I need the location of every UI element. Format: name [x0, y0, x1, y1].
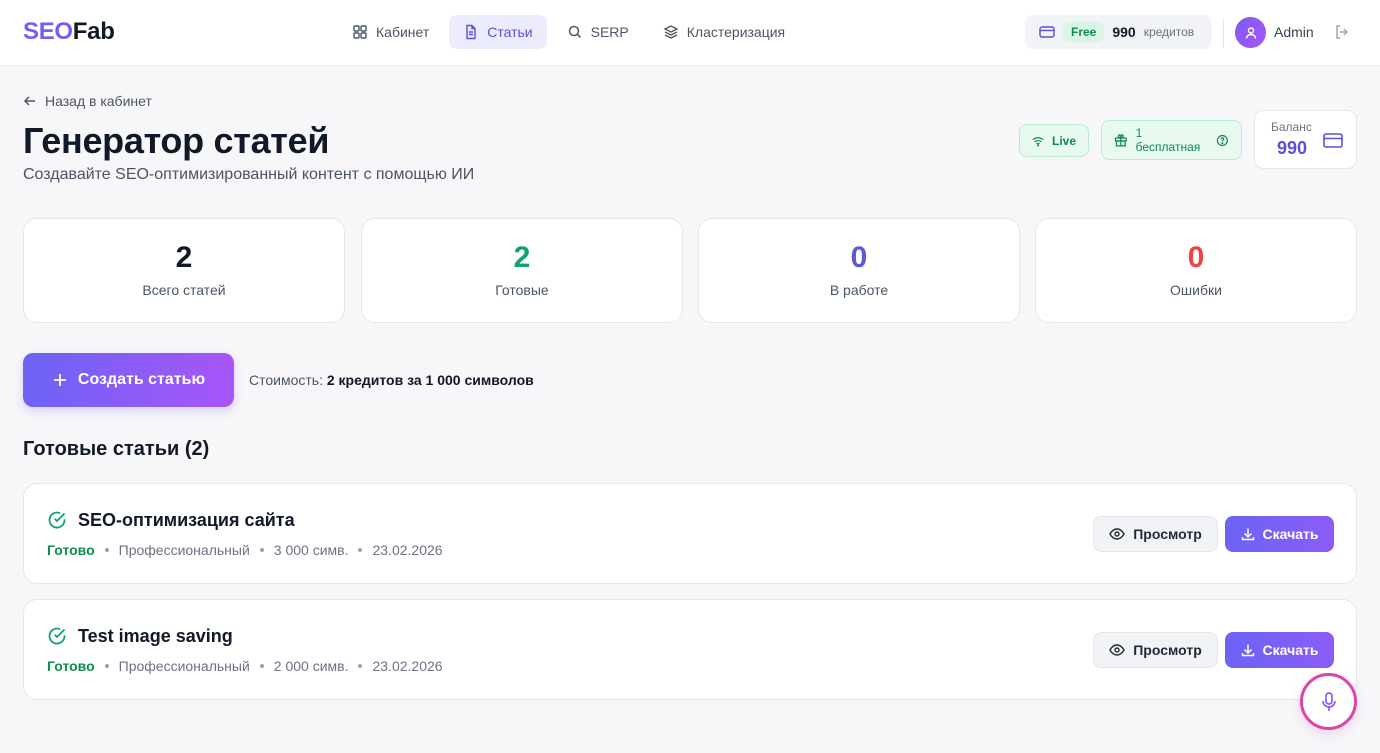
stat-value: 0 [1187, 241, 1205, 274]
card-icon [1039, 26, 1055, 38]
stat-label: Готовые [495, 282, 549, 298]
view-label: Просмотр [1133, 526, 1202, 542]
nav-item-articles[interactable]: Статьи [449, 15, 547, 49]
create-label: Создать статью [77, 371, 206, 388]
check-circle-icon [48, 511, 66, 529]
stat-card-in-progress: 0 В работе [698, 218, 1020, 323]
balance-card[interactable]: Баланс 990 [1254, 110, 1357, 169]
voice-input-button[interactable] [1300, 673, 1357, 730]
logout-icon[interactable] [1334, 24, 1350, 40]
download-button[interactable]: Скачать [1225, 516, 1334, 552]
article-card: SEO-оптимизация сайта Готово Профессиона… [23, 483, 1357, 584]
nav-label: SERP [590, 24, 629, 40]
logo-fab: Fab [72, 18, 115, 45]
meta-separator [358, 664, 363, 668]
nav-label: Кластеризация [686, 24, 786, 40]
stat-label: В работе [829, 282, 889, 298]
article-chars: 2 000 симв. [273, 658, 349, 674]
stat-card-ready: 2 Готовые [361, 218, 683, 323]
download-icon [1241, 644, 1254, 657]
article-date: 23.02.2026 [372, 658, 443, 674]
gift-icon [1114, 134, 1127, 147]
section-title: Готовые статьи (2) [23, 438, 210, 460]
nav-label: Кабинет [376, 24, 430, 40]
meta-separator [259, 664, 264, 668]
download-button[interactable]: Скачать [1225, 632, 1334, 668]
header-divider [1223, 18, 1224, 48]
document-icon [466, 24, 476, 40]
article-style: Профессиональный [118, 658, 250, 674]
view-button[interactable]: Просмотр [1093, 516, 1218, 552]
article-chars: 3 000 симв. [273, 542, 349, 558]
view-button[interactable]: Просмотр [1093, 632, 1218, 668]
wifi-icon [1032, 136, 1044, 146]
cost-value: 2 кредитов за 1 000 символов [326, 372, 534, 388]
stat-value: 2 [513, 241, 531, 274]
eye-icon [1109, 528, 1126, 540]
meta-separator [358, 548, 363, 552]
page-title: Генератор статей [23, 120, 330, 161]
help-circle-icon[interactable] [1216, 134, 1229, 147]
arrow-left-icon [23, 96, 35, 106]
meta-separator [104, 548, 109, 552]
create-article-button[interactable]: Создать статью [23, 353, 234, 407]
main-nav: Кабинет Статьи SERP Кластеризация [338, 15, 799, 49]
logo[interactable]: SEOFab [23, 18, 115, 46]
article-card: Test image saving Готово Профессиональны… [23, 599, 1357, 700]
article-style: Профессиональный [118, 542, 250, 558]
stat-label: Ошибки [1170, 282, 1222, 298]
download-icon [1241, 528, 1254, 541]
download-label: Скачать [1262, 642, 1319, 658]
free-label: 1 бесплатная [1135, 126, 1201, 154]
nav-item-serp[interactable]: SERP [553, 15, 643, 49]
article-title[interactable]: Test image saving [78, 626, 233, 647]
balance-label: Баланс [1271, 120, 1312, 134]
eye-icon [1109, 644, 1126, 656]
layers-icon [663, 25, 679, 39]
stat-value: 2 [175, 241, 193, 274]
cost-prefix: Стоимость: [249, 372, 323, 388]
meta-separator [259, 548, 264, 552]
stat-card-total: 2 Всего статей [23, 218, 345, 323]
article-status: Готово [47, 542, 95, 558]
free-article-badge[interactable]: 1 бесплатная [1101, 120, 1242, 160]
live-label: Live [1051, 133, 1076, 148]
microphone-icon [1321, 691, 1336, 711]
article-date: 23.02.2026 [372, 542, 443, 558]
back-link[interactable]: Назад в кабинет [23, 93, 152, 109]
page-subtitle: Создавайте SEO-оптимизированный контент … [23, 166, 475, 183]
plus-icon [53, 374, 66, 386]
user-name[interactable]: Admin [1274, 24, 1314, 40]
nav-item-clustering[interactable]: Кластеризация [649, 15, 799, 49]
check-circle-icon [48, 627, 66, 645]
balance-value: 990 [1277, 138, 1308, 158]
back-label: Назад в кабинет [45, 93, 152, 109]
search-icon [568, 25, 581, 39]
download-label: Скачать [1262, 526, 1319, 542]
article-meta: Готово Профессиональный 3 000 симв. 23.0… [47, 542, 443, 558]
card-icon [1323, 133, 1343, 148]
meta-separator [104, 664, 109, 668]
live-badge: Live [1019, 124, 1089, 157]
view-label: Просмотр [1133, 642, 1202, 658]
credits-value: 990 [1112, 24, 1136, 40]
stat-value: 0 [850, 241, 868, 274]
cost-info: Стоимость: 2 кредитов за 1 000 символов [249, 372, 534, 388]
stat-label: Всего статей [142, 282, 226, 298]
stat-card-errors: 0 Ошибки [1035, 218, 1357, 323]
credits-widget[interactable]: Free 990 кредитов [1025, 15, 1212, 49]
plan-badge: Free [1063, 22, 1105, 42]
logo-seo: SEO [23, 18, 73, 45]
grid-icon [353, 25, 367, 39]
nav-label: Статьи [487, 24, 533, 40]
article-status: Готово [47, 658, 95, 674]
top-header: SEOFab Кабинет Статьи SERP Кластеризация… [0, 0, 1380, 66]
article-title[interactable]: SEO-оптимизация сайта [78, 510, 295, 531]
avatar[interactable] [1235, 17, 1266, 48]
credits-label: кредитов [1143, 25, 1195, 39]
article-meta: Готово Профессиональный 2 000 симв. 23.0… [47, 658, 443, 674]
user-icon [1245, 26, 1256, 39]
nav-item-cabinet[interactable]: Кабинет [338, 15, 443, 49]
